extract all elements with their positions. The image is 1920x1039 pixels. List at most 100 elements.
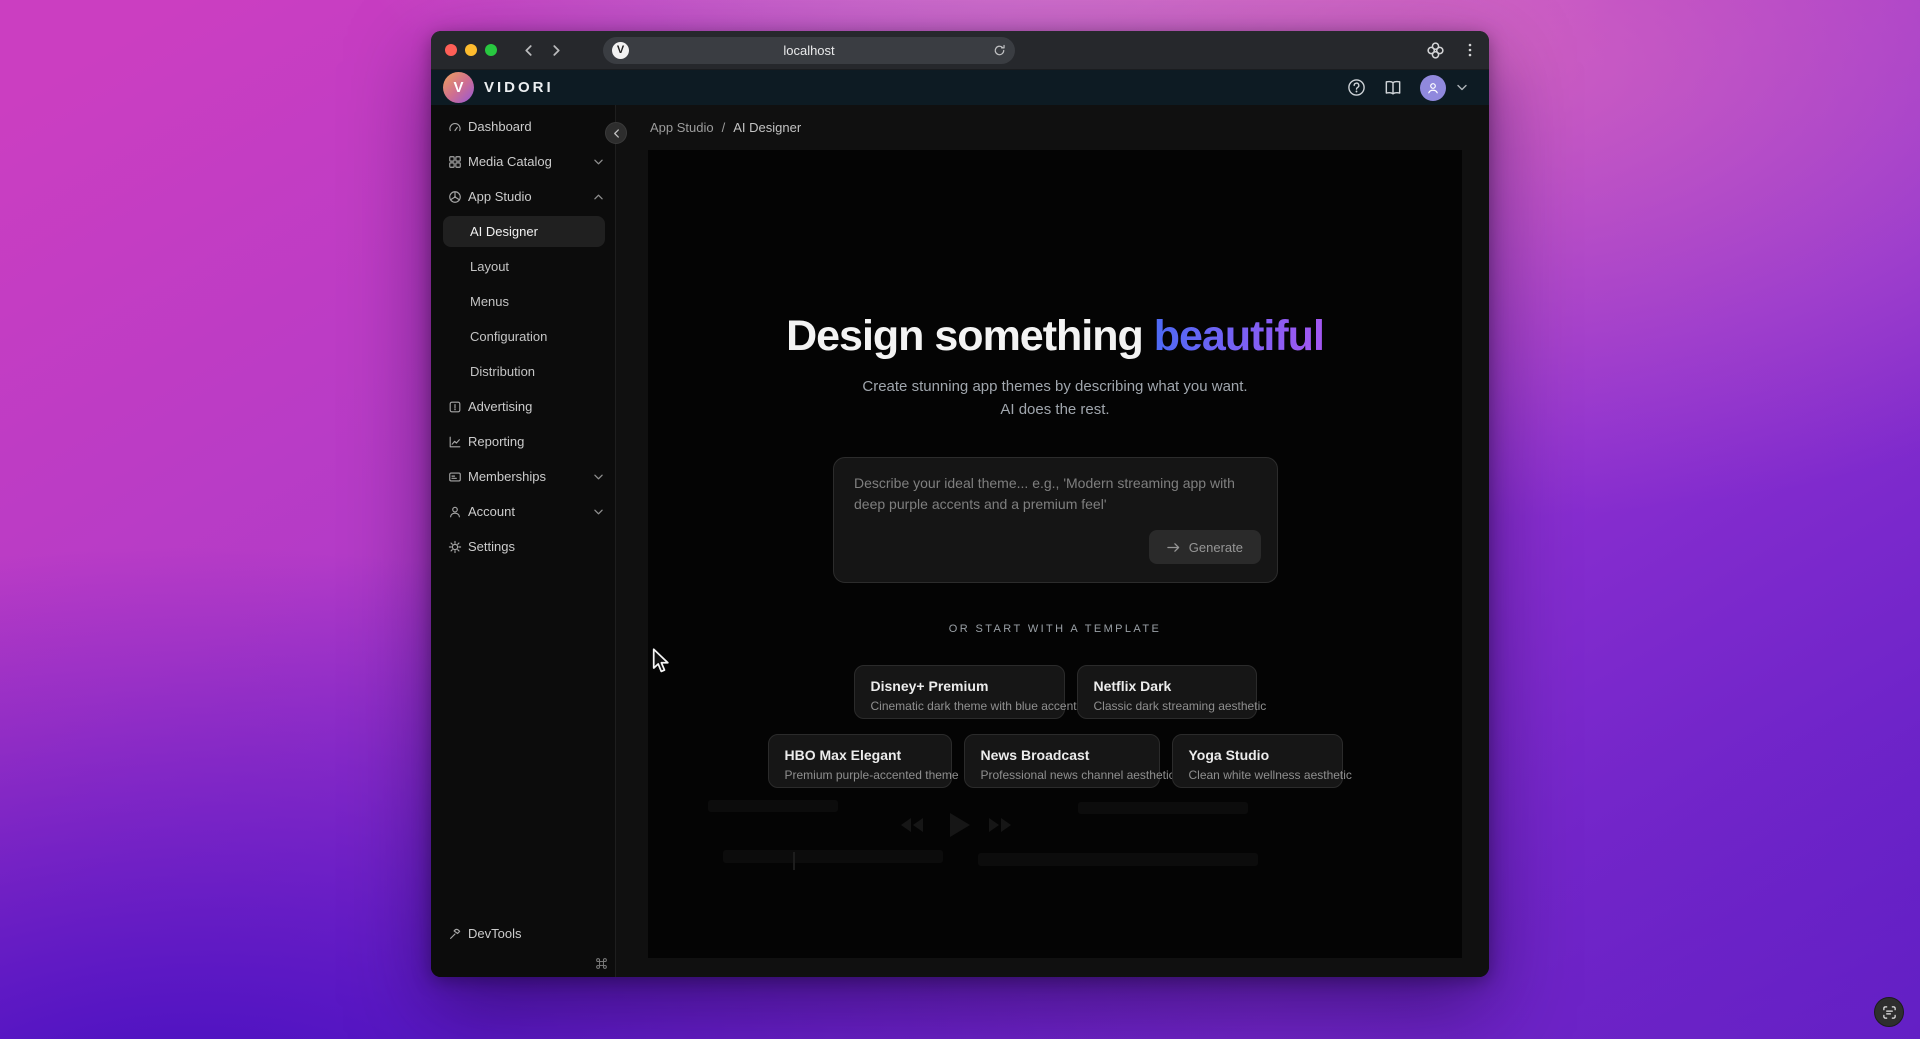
page-subtitle-line2: AI does the rest. (648, 398, 1462, 421)
sidebar-collapse-button[interactable] (605, 122, 627, 144)
extensions-icon (1426, 41, 1445, 60)
back-button[interactable] (519, 41, 537, 59)
template-title: Netflix Dark (1094, 678, 1240, 694)
sidebar-item-reporting[interactable]: Reporting (431, 424, 615, 459)
vidori-logo[interactable]: V (443, 72, 474, 103)
nav-buttons (519, 41, 565, 59)
theme-prompt-input[interactable] (834, 458, 1277, 530)
memberships-icon (448, 470, 462, 484)
chevron-right-icon (551, 45, 562, 56)
fast-forward-icon (988, 817, 1012, 833)
template-card-netflix-dark[interactable]: Netflix Dark Classic dark streaming aest… (1077, 665, 1257, 719)
user-avatar[interactable] (1420, 75, 1446, 101)
sidebar-item-label: Layout (470, 259, 509, 274)
sidebar-item-label: Media Catalog (468, 154, 552, 169)
breadcrumb-app-studio[interactable]: App Studio (650, 120, 714, 135)
sidebar-item-ai-designer[interactable]: AI Designer (443, 216, 605, 247)
page-title: Design something beautiful (648, 312, 1462, 361)
sidebar-item-account[interactable]: Account (431, 494, 615, 529)
sidebar-item-advertising[interactable]: Advertising (431, 389, 615, 424)
user-icon (1426, 81, 1440, 95)
sidebar-item-label: Account (468, 504, 515, 519)
template-card-hbo-max-elegant[interactable]: HBO Max Elegant Premium purple-accented … (768, 734, 952, 788)
sidebar-item-label: Configuration (470, 329, 547, 344)
sidebar-item-media-catalog[interactable]: Media Catalog (431, 144, 615, 179)
template-card-news-broadcast[interactable]: News Broadcast Professional news channel… (964, 734, 1160, 788)
arrow-right-icon (1167, 542, 1180, 553)
sidebar-item-memberships[interactable]: Memberships (431, 459, 615, 494)
dashboard-icon (448, 120, 462, 134)
mouse-cursor (652, 648, 674, 674)
template-description: Professional news channel aesthetic (981, 768, 1143, 782)
desktop-wallpaper: V localhost V (0, 0, 1920, 1039)
sidebar-item-app-studio[interactable]: App Studio (431, 179, 615, 214)
book-icon (1383, 79, 1403, 97)
devtools-icon (448, 927, 462, 941)
template-title: HBO Max Elegant (785, 747, 935, 763)
advertising-icon (448, 400, 462, 414)
sidebar-item-label: Memberships (468, 469, 546, 484)
play-icon (948, 812, 972, 838)
template-description: Cinematic dark theme with blue accents (871, 699, 1048, 713)
app-body: Dashboard Media Catalog App Studio (431, 105, 1489, 977)
template-title: News Broadcast (981, 747, 1143, 763)
sidebar-item-configuration[interactable]: Configuration (431, 319, 615, 354)
template-card-yoga-studio[interactable]: Yoga Studio Clean white wellness aesthet… (1172, 734, 1343, 788)
zoom-window-button[interactable] (485, 44, 497, 56)
kebab-menu-icon (1463, 42, 1477, 58)
browser-menu-button[interactable] (1463, 42, 1477, 58)
ghost-artifact (1078, 802, 1248, 814)
screen-scan-button[interactable] (1874, 997, 1904, 1027)
templates-heading: OR START WITH A TEMPLATE (648, 623, 1462, 635)
sidebar-item-settings[interactable]: Settings (431, 529, 615, 564)
ghost-caret (793, 852, 795, 870)
app-header: V VIDORI (431, 70, 1489, 105)
sidebar-item-label: Reporting (468, 434, 524, 449)
breadcrumb-ai-designer[interactable]: AI Designer (733, 120, 801, 135)
sidebar-item-label: App Studio (468, 189, 532, 204)
ghost-artifact (723, 850, 943, 863)
app-studio-icon (448, 190, 462, 204)
template-title: Yoga Studio (1189, 747, 1326, 763)
help-button[interactable] (1347, 78, 1366, 97)
prompt-card: Generate (833, 457, 1278, 583)
generate-button[interactable]: Generate (1149, 530, 1261, 564)
page-title-plain: Design something (786, 312, 1154, 360)
chevron-down-icon (594, 474, 603, 480)
sidebar: Dashboard Media Catalog App Studio (431, 105, 616, 977)
browser-window: V localhost V (431, 31, 1489, 977)
sidebar-item-label: Dashboard (468, 119, 532, 134)
content-area: App Studio / AI Designer Design somethin… (616, 105, 1489, 977)
forward-button[interactable] (547, 41, 565, 59)
account-menu-button[interactable] (1457, 84, 1467, 91)
sidebar-item-menus[interactable]: Menus (431, 284, 615, 319)
sidebar-item-layout[interactable]: Layout (431, 249, 615, 284)
sidebar-item-label: Menus (470, 294, 509, 309)
sidebar-item-label: AI Designer (470, 224, 538, 239)
templates-row-2: HBO Max Elegant Premium purple-accented … (648, 734, 1462, 788)
template-description: Clean white wellness aesthetic (1189, 768, 1326, 782)
brand-name: VIDORI (484, 79, 554, 96)
template-description: Classic dark streaming aesthetic (1094, 699, 1240, 713)
address-bar[interactable]: V localhost (603, 37, 1015, 64)
page-title-accent: beautiful (1154, 312, 1324, 360)
close-window-button[interactable] (445, 44, 457, 56)
sidebar-item-distribution[interactable]: Distribution (431, 354, 615, 389)
sidebar-item-devtools[interactable]: DevTools (431, 916, 615, 951)
page-subtitle-line1: Create stunning app themes by describing… (648, 375, 1462, 398)
reload-icon (993, 44, 1006, 57)
extensions-button[interactable] (1426, 41, 1445, 60)
chevron-left-icon (613, 129, 620, 138)
minimize-window-button[interactable] (465, 44, 477, 56)
docs-button[interactable] (1383, 79, 1403, 97)
media-catalog-icon (448, 155, 462, 169)
breadcrumb-separator: / (722, 120, 726, 135)
header-actions (1347, 75, 1467, 101)
reload-button[interactable] (993, 44, 1006, 57)
sidebar-item-label: DevTools (468, 926, 521, 941)
chevron-up-icon (594, 194, 603, 200)
chevron-down-icon (594, 159, 603, 165)
sidebar-item-dashboard[interactable]: Dashboard (431, 109, 615, 144)
ghost-artifact (978, 853, 1258, 866)
template-card-disney-premium[interactable]: Disney+ Premium Cinematic dark theme wit… (854, 665, 1065, 719)
